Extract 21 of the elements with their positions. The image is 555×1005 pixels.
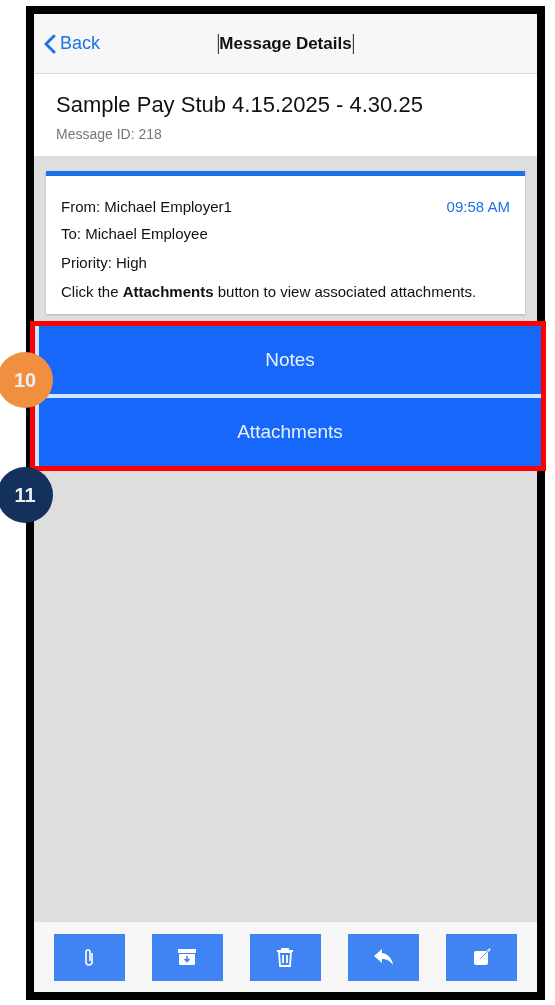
back-link[interactable]: Back bbox=[44, 33, 101, 54]
to-text: To: Michael Employee bbox=[61, 224, 209, 244]
reply-button[interactable] bbox=[348, 933, 420, 981]
message-id: Message ID: 218 bbox=[56, 126, 163, 142]
attach-button[interactable] bbox=[53, 933, 125, 981]
chevron-left-icon bbox=[44, 33, 56, 54]
delete-button[interactable] bbox=[249, 933, 321, 981]
trash-icon bbox=[276, 947, 295, 967]
archive-box-icon bbox=[177, 947, 198, 967]
hint-text: Click the Attachments button to view associated attachments. bbox=[61, 282, 478, 302]
message-time: 09:58 AM bbox=[446, 198, 510, 215]
action-button[interactable]: Notes bbox=[39, 326, 541, 394]
compose-button[interactable] bbox=[446, 933, 518, 981]
archive-button[interactable] bbox=[151, 933, 223, 981]
screen-title: Message Details bbox=[217, 33, 354, 54]
compose-icon bbox=[471, 947, 492, 967]
message-subject: Sample Pay Stub 4.15.2025 - 4.30.25 bbox=[56, 92, 424, 118]
action-button[interactable]: Attachments bbox=[39, 398, 541, 466]
from-text: From: Michael Employer1 bbox=[61, 198, 232, 215]
priority-text: Priority: High bbox=[61, 253, 148, 273]
reply-arrow-icon bbox=[372, 948, 395, 966]
